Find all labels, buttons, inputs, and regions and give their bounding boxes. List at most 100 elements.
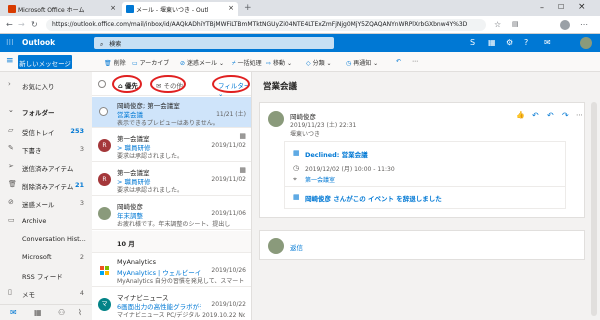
folders-label: フォルダー xyxy=(22,109,55,117)
message-from: MyAnalytics xyxy=(117,258,156,266)
browser-tab-outlook[interactable]: メール - 堰東いつき - Outl × xyxy=(122,2,238,16)
junk-button[interactable]: ⊘ 迷惑メール ⌄ xyxy=(180,58,224,67)
office-icon xyxy=(8,5,16,13)
list-item[interactable]: R 第一会議室 > 職員研修 要求は承認されました。 ▦ 2019/11/02 xyxy=(92,163,251,196)
folders-header[interactable]: ⌄ フォルダー xyxy=(0,102,92,120)
help-icon[interactable]: ? xyxy=(524,38,528,47)
people-icon[interactable]: ⚇ xyxy=(58,308,65,317)
skype-icon[interactable]: S xyxy=(470,38,475,47)
meeting-time: 2019/12/02 (月) 10:00 - 11:30 xyxy=(305,166,395,173)
list-item[interactable]: MyAnalytics MyAnalytics | ウェルビーイング エ... … xyxy=(92,254,251,287)
favorites-header[interactable]: › お気に入り xyxy=(0,76,92,94)
archive-label: アーカイブ xyxy=(139,60,170,67)
message-date: 2019/11/02 xyxy=(211,176,246,183)
message-preview: 要求は承認されました。 xyxy=(117,153,184,160)
divider xyxy=(285,186,565,187)
calendar-icon[interactable]: ▦ xyxy=(488,38,496,47)
recipient: 堰東いつき xyxy=(290,131,321,138)
group-header: 10 月 xyxy=(92,231,251,253)
chevron-down-icon: ⌄ xyxy=(8,106,14,114)
list-item[interactable]: 岡崎俊彦; 第一会議室 営業会議 表示できるプレビューはありません。 11/21… xyxy=(92,97,251,128)
attach-icon[interactable]: ⌇ xyxy=(78,308,82,317)
block-icon: ⊘ xyxy=(180,60,186,67)
new-tab-button[interactable]: + xyxy=(244,3,252,13)
sidebar-item-label: Archive xyxy=(22,217,47,225)
forward-icon[interactable]: ↷ xyxy=(562,111,569,120)
reply-icon[interactable]: ↶ xyxy=(532,111,539,120)
sidebar-item-sent[interactable]: ➢ 送信済みアイテム xyxy=(0,158,92,176)
declined-title[interactable]: Declined: 営業会議 xyxy=(305,149,368,159)
highlight-circle xyxy=(150,75,186,93)
delete-button[interactable]: 🗑 削除 xyxy=(104,58,126,67)
calendar-icon: ▦ xyxy=(239,166,246,174)
search-box[interactable]: ⌕ 検索 xyxy=(94,37,334,49)
calendar-icon: ▦ xyxy=(293,149,300,157)
browser-tab-bar: Microsoft Office ホーム × メール - 堰東いつき - Out… xyxy=(0,0,600,16)
scrollbar[interactable] xyxy=(591,102,597,316)
sidebar-item-archive[interactable]: ▭ Archive xyxy=(0,212,92,230)
sweep-label: 一括処理 xyxy=(237,60,262,67)
mail-icon[interactable]: ✉ xyxy=(10,308,17,317)
sidebar-item-inbox[interactable]: ▱ 受信トレイ 253 xyxy=(0,122,92,140)
avatar: R xyxy=(98,139,111,152)
select-checkbox[interactable] xyxy=(99,107,108,116)
new-message-button[interactable]: 新しいメッセージ xyxy=(18,55,72,69)
list-item[interactable]: 岡崎俊彦 年末調整 お疲れ様です。年末調整のシート、提出し 2019/11/06 xyxy=(92,197,251,230)
move-button[interactable]: ⇨ 移動 ⌄ xyxy=(266,58,292,67)
menu-toggle-icon[interactable]: ≡ xyxy=(6,56,14,66)
sidebar-item-notes[interactable]: ▯ メモ 4 xyxy=(0,284,92,302)
back-icon[interactable]: ← xyxy=(6,20,13,29)
undo-icon[interactable]: ↶ xyxy=(396,58,401,65)
sidebar-item-label: 受信トレイ xyxy=(22,129,55,137)
sidebar-item-deleted[interactable]: 🗑 削除済みアイテム 21 xyxy=(0,176,92,194)
select-all-checkbox[interactable] xyxy=(98,80,106,88)
sent-time: 2019/11/23 (土) 22:31 xyxy=(290,122,357,129)
avatar xyxy=(268,238,284,254)
sidebar-item-conversation-history[interactable]: Conversation Hist... xyxy=(0,230,92,248)
categorize-button[interactable]: ◇ 分類 ⌄ xyxy=(306,58,332,67)
reply-bar[interactable]: 返信 xyxy=(259,230,585,260)
window-close-icon[interactable]: × xyxy=(578,2,586,12)
profile-icon[interactable] xyxy=(560,20,570,30)
meeting-location[interactable]: 第一会議室 xyxy=(305,175,335,184)
reply-button[interactable]: 返信 xyxy=(290,242,303,252)
favorites-star-icon[interactable]: ☆ xyxy=(494,20,501,29)
notifications-icon[interactable]: ✉ xyxy=(544,38,551,47)
calendar-icon[interactable]: ▦ xyxy=(34,308,42,317)
trash-icon: 🗑 xyxy=(8,180,17,188)
forward-icon[interactable]: → xyxy=(18,20,25,29)
logo-square xyxy=(105,271,109,275)
url-field[interactable]: https://outlook.office.com/mail/inbox/id… xyxy=(46,19,486,31)
snooze-button[interactable]: ◷ 再通知 ⌄ xyxy=(346,58,378,67)
location-icon: ⌖ xyxy=(293,175,297,183)
sweep-button[interactable]: ⌿ 一括処理 xyxy=(232,58,262,67)
sidebar-item-rss[interactable]: RSS フィード xyxy=(0,266,92,284)
browser-tab-office[interactable]: Microsoft Office ホーム × xyxy=(4,2,120,16)
window-minimize-icon[interactable]: – xyxy=(540,3,544,12)
categorize-label: 分類 xyxy=(312,60,325,67)
sidebar-item-microsoft[interactable]: Microsoft 2 xyxy=(0,248,92,266)
sidebar-item-drafts[interactable]: ✎ 下書き 3 xyxy=(0,140,92,158)
close-tab-icon[interactable]: × xyxy=(228,4,234,12)
app-launcher-icon[interactable]: ⁝⁝⁝ xyxy=(6,38,14,47)
list-item[interactable]: マ マイナビニュース 6画面出力の高性能グラボがチープ... マイナビニュース … xyxy=(92,288,251,320)
list-item[interactable]: R 第一会議室 > 職員研修 要求は承認されました。 ▦ 2019/11/02 xyxy=(92,129,251,162)
window-maximize-icon[interactable]: ☐ xyxy=(558,3,564,11)
close-tab-icon[interactable]: × xyxy=(110,4,116,12)
message-preview: お疲れ様です。年末調整のシート、提出し xyxy=(117,221,231,228)
sidebar-item-junk[interactable]: ⊘ 迷惑メール 3 xyxy=(0,194,92,212)
more-icon[interactable]: ⋯ xyxy=(576,111,583,119)
folder-move-icon: ⇨ xyxy=(266,60,272,67)
reply-all-icon[interactable]: ↶ xyxy=(547,111,554,120)
settings-gear-icon[interactable]: ⚙ xyxy=(506,38,513,47)
collections-icon[interactable]: ▤ xyxy=(512,20,519,28)
more-actions-icon[interactable]: ⋯ xyxy=(412,58,418,65)
reload-icon[interactable]: ↻ xyxy=(31,20,38,29)
avatar[interactable] xyxy=(580,37,592,49)
favorites-label: お気に入り xyxy=(22,83,55,91)
more-icon[interactable]: ⋯ xyxy=(580,20,588,29)
like-icon[interactable]: 👍 xyxy=(516,111,525,119)
app-name[interactable]: Outlook xyxy=(22,38,55,47)
sidebar-item-label: 送信済みアイテム xyxy=(22,165,74,173)
archive-button[interactable]: ▭ アーカイブ xyxy=(132,58,169,67)
